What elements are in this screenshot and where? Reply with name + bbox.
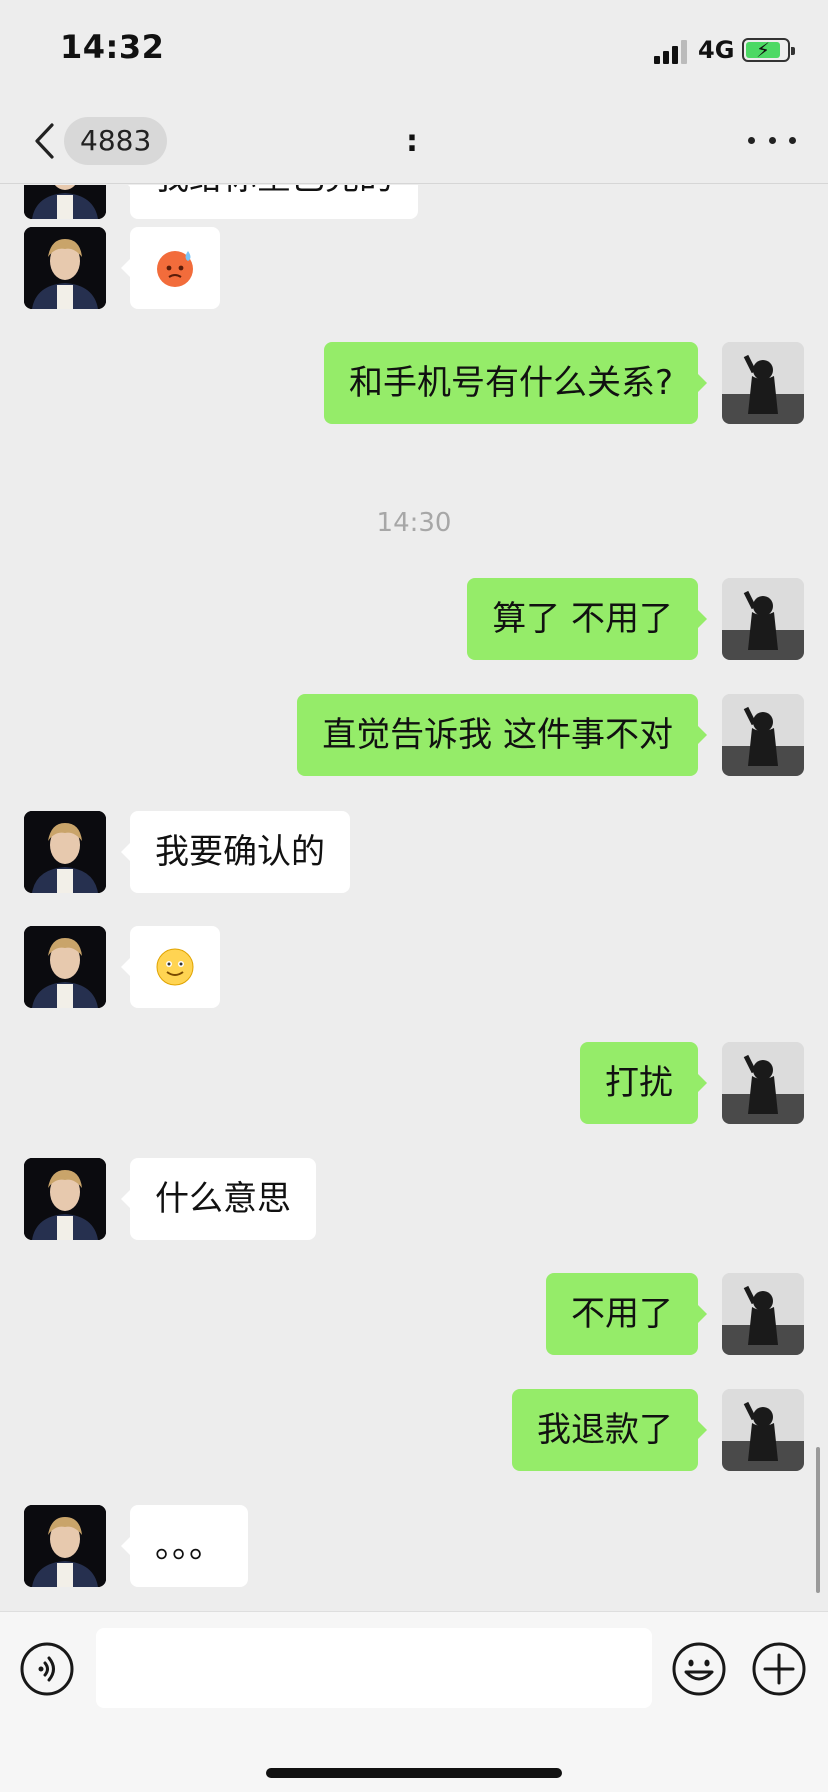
sweating-face-emoji-icon: [157, 251, 193, 287]
input-bar: [0, 1611, 828, 1792]
smiling-face-emoji-icon: [156, 948, 194, 986]
chat-title[interactable]: 4883: [64, 117, 168, 165]
message-bubble-peer[interactable]: 我要确认的: [121, 811, 350, 893]
peer-avatar[interactable]: [24, 926, 106, 1008]
peer-avatar[interactable]: [24, 185, 106, 219]
peer-avatar[interactable]: [24, 1158, 106, 1240]
more-functions-button[interactable]: [751, 1641, 807, 1697]
message-bubble-self[interactable]: 不用了: [546, 1273, 707, 1355]
status-time: 14:32: [60, 28, 165, 66]
emoji-icon: [672, 1642, 726, 1696]
voice-button[interactable]: [20, 1642, 74, 1696]
status-bar: 14:32 4G ⚡: [0, 0, 828, 100]
self-avatar[interactable]: [722, 694, 804, 776]
message-bubble-peer[interactable]: 。。。: [121, 1505, 248, 1587]
message-bubble-self[interactable]: 直觉告诉我 这件事不对: [297, 694, 707, 776]
back-chevron-icon: [35, 123, 54, 159]
message-bubble-peer-emoji[interactable]: [121, 227, 220, 309]
scrollbar[interactable]: [816, 1447, 820, 1593]
message-bubble-self[interactable]: 我退款了: [512, 1389, 707, 1471]
message-bubble-self[interactable]: 和手机号有什么关系?: [323, 342, 708, 424]
message-bubble-self[interactable]: 算了 不用了: [467, 578, 707, 660]
message-bubble-self[interactable]: 打扰: [580, 1042, 707, 1124]
battery-charging-icon: ⚡: [742, 38, 795, 62]
plus-icon: [752, 1642, 806, 1696]
home-indicator[interactable]: [266, 1768, 562, 1778]
peer-avatar[interactable]: [24, 227, 106, 309]
chat-header: 4883 :: [0, 100, 828, 184]
self-avatar[interactable]: [722, 578, 804, 660]
self-avatar[interactable]: [722, 342, 804, 424]
message-bubble-peer[interactable]: 什么意思: [121, 1158, 316, 1240]
message-bubble-peer[interactable]: 我给你垦已完的: [121, 185, 418, 219]
network-type: 4G: [698, 36, 735, 64]
back-button[interactable]: [22, 116, 66, 166]
time-separator: 14:30: [376, 508, 452, 538]
emoji-button[interactable]: [671, 1641, 727, 1697]
peer-avatar[interactable]: [24, 1505, 106, 1587]
more-icon: [748, 136, 755, 144]
cellular-signal-icon: [654, 40, 688, 64]
chat-title-suffix: :: [406, 124, 418, 159]
voice-icon: [20, 1642, 74, 1696]
more-button[interactable]: [748, 118, 796, 162]
peer-avatar[interactable]: [24, 811, 106, 893]
message-bubble-peer-emoji[interactable]: [121, 926, 220, 1008]
self-avatar[interactable]: [722, 1042, 804, 1124]
message-list[interactable]: 我给你垦已完的 和手机号有什么关系? 14:30 算了 不用了 直觉告诉我 这件…: [0, 185, 828, 1611]
self-avatar[interactable]: [722, 1273, 804, 1355]
self-avatar[interactable]: [722, 1389, 804, 1471]
message-input[interactable]: [96, 1628, 652, 1708]
